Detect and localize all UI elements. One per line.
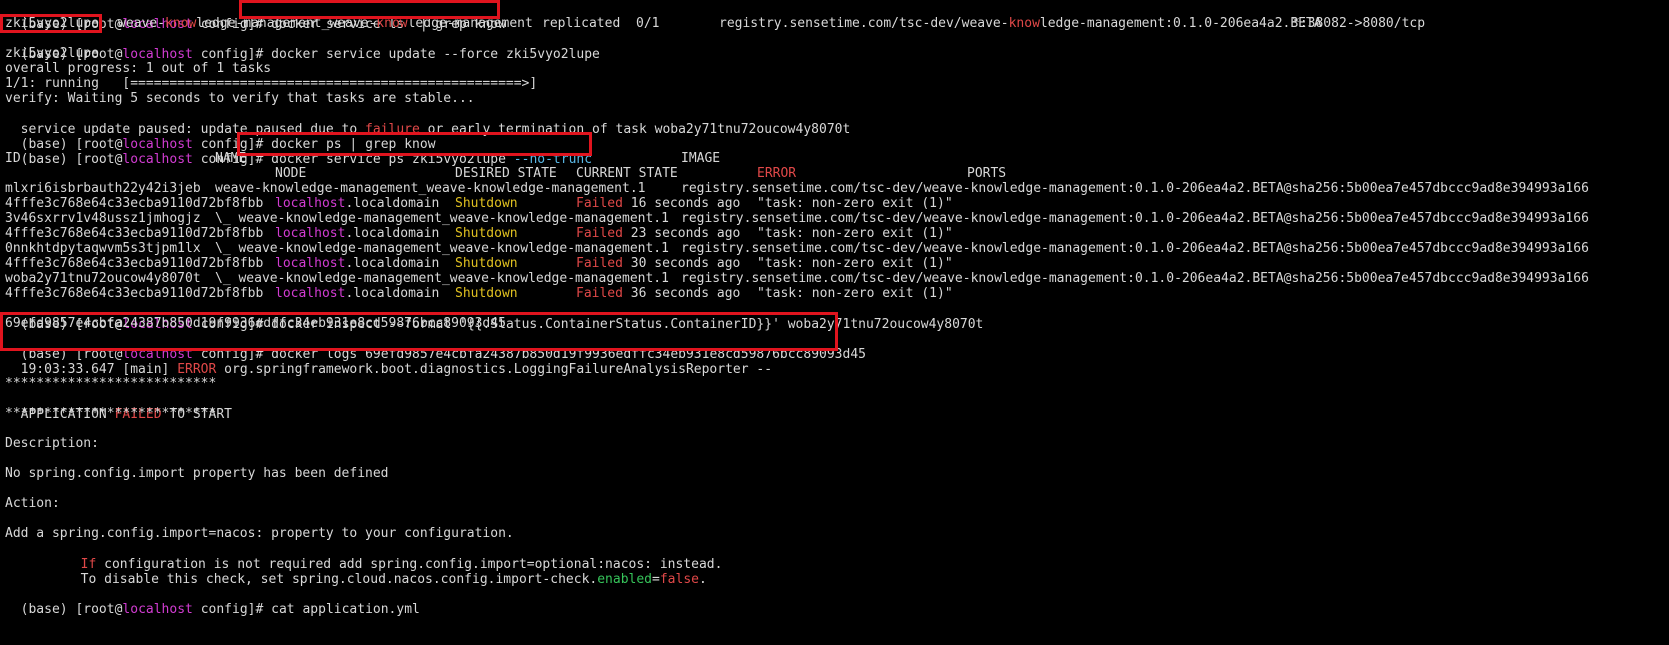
column-header: DESIRED STATE — [455, 166, 557, 181]
output-line: zki5vyo2lupe — [5, 46, 99, 61]
table-row: mlxri6isbrbauth22y42i3jeb weave-knowledg… — [5, 181, 1589, 196]
progress-bar-line: 1/1: running [==========================… — [5, 76, 538, 91]
column-header: ERROR — [757, 166, 797, 181]
column-header: IMAGE — [681, 151, 721, 166]
highlight-box-ps-command — [237, 132, 592, 156]
highlight-box-service-id — [0, 14, 102, 33]
banner-stars: *************************** — [5, 376, 217, 391]
paused-line: service update paused: update paused due… — [20, 122, 851, 137]
action-label: Action: — [5, 496, 60, 511]
command-text: cat application.yml — [271, 602, 420, 617]
output-line: verify: Waiting 5 seconds to verify that… — [5, 91, 475, 106]
service-image: registry.sensetime.com/tsc-dev/weave-kno… — [719, 16, 1322, 31]
table-row: 4fffe3c768e64c33ecba9110d72bf8fbb localh… — [5, 196, 953, 211]
table-row: 3v46sxrrv1v48ussz1jmhogjz \_ weave-knowl… — [5, 211, 1589, 226]
app-failed-line: APPLICATION FAILED TO START — [20, 407, 232, 422]
prompt-line-cat: (base) [root@localhost config]# cat appl… — [20, 602, 420, 617]
highlight-box-ls-command — [239, 0, 500, 19]
command-text: docker service update --force zki5vyo2lu… — [271, 47, 600, 62]
column-header: NODE — [275, 166, 307, 181]
table-row: 4fffe3c768e64c33ecba9110d72bf8fbb localh… — [5, 286, 953, 301]
banner-stars: *************************** — [5, 406, 217, 421]
action-if-line: If configuration is not required add spr… — [80, 557, 723, 572]
description-label: Description: — [5, 436, 99, 451]
prompt-line-update: (base) [root@localhost config]# docker s… — [20, 47, 600, 62]
action-disable-line: To disable this check, set spring.cloud.… — [80, 572, 707, 587]
column-header: PORTS — [967, 166, 1007, 181]
column-header: ID — [5, 151, 21, 166]
service-replicas: 0/1 — [636, 16, 660, 31]
table-row: 4fffe3c768e64c33ecba9110d72bf8fbb localh… — [5, 256, 953, 271]
table-row: woba2y71tnu72oucow4y8070t \_ weave-knowl… — [5, 271, 1589, 286]
highlight-box-logs-command — [0, 312, 838, 351]
column-header: CURRENT STATE — [576, 166, 678, 181]
table-row: 0nnkhtdpytaqwvm5s3tjpm1lx \_ weave-knowl… — [5, 241, 1589, 256]
action-text: Add a spring.config.import=nacos: proper… — [5, 526, 514, 541]
output-line: overall progress: 1 out of 1 tasks — [5, 61, 272, 76]
table-row: 4fffe3c768e64c33ecba9110d72bf8fbb localh… — [5, 226, 953, 241]
table-header-row: NODE DESIRED STATE CURRENT STATE ERROR P… — [5, 166, 1665, 182]
description-text: No spring.config.import property has bee… — [5, 466, 389, 481]
service-ports: *:38082->8080/tcp — [1292, 16, 1426, 31]
service-mode: replicated — [542, 16, 621, 31]
